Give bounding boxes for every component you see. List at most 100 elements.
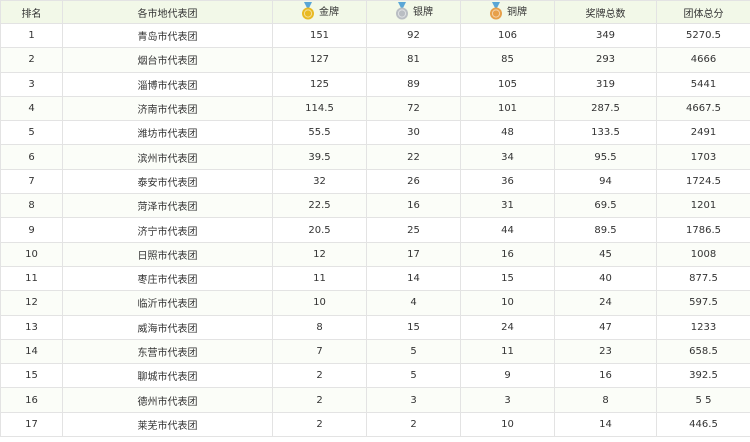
rank-cell: 3 <box>0 71 63 97</box>
team-cell: 滨州市代表团 <box>62 144 273 170</box>
silver-cell: 15 <box>366 314 461 340</box>
silver-cell: 72 <box>366 95 461 122</box>
total-medals-cell: 24 <box>554 290 657 316</box>
bronze-cell: 48 <box>460 120 555 146</box>
gold-cell: 127 <box>272 47 367 73</box>
rank-cell: 5 <box>0 120 63 146</box>
rank-cell: 6 <box>0 144 63 170</box>
gold-cell: 32 <box>272 168 367 195</box>
gold-cell: 8 <box>272 314 367 340</box>
silver-cell: 22 <box>366 144 461 170</box>
table-row: 7 泰安市代表团 32 26 36 94 1724.5 <box>0 168 750 195</box>
header-row: 排名 各市地代表团 金牌 银牌 铜牌 奖牌总数 团体总分 <box>0 0 750 24</box>
total-medals-cell: 45 <box>554 241 657 267</box>
col-header-total-score: 团体总分 <box>656 0 750 24</box>
team-cell: 烟台市代表团 <box>62 47 273 73</box>
team-cell: 潍坊市代表团 <box>62 120 273 146</box>
bronze-cell: 85 <box>460 47 555 73</box>
gold-cell: 2 <box>272 411 367 438</box>
silver-cell: 14 <box>366 265 461 292</box>
rank-cell: 7 <box>0 168 63 195</box>
gold-cell: 2 <box>272 387 367 413</box>
gold-cell: 22.5 <box>272 193 367 219</box>
total-score-cell: 446.5 <box>656 411 750 438</box>
total-score-cell: 5441 <box>656 71 750 97</box>
total-score-cell: 877.5 <box>656 265 750 292</box>
rank-cell: 11 <box>0 265 63 292</box>
rank-cell: 10 <box>0 241 63 267</box>
total-medals-cell: 40 <box>554 265 657 292</box>
total-medals-cell: 95.5 <box>554 144 657 170</box>
col-header-team: 各市地代表团 <box>62 0 273 24</box>
table-row: 5 潍坊市代表团 55.5 30 48 133.5 2491 <box>0 120 750 146</box>
bronze-cell: 101 <box>460 95 555 122</box>
gold-medal-icon <box>302 1 314 19</box>
team-cell: 淄博市代表团 <box>62 71 273 97</box>
table-row: 10 日照市代表团 12 17 16 45 1008 <box>0 241 750 267</box>
total-score-cell: 1703 <box>656 144 750 170</box>
total-score-cell: 1233 <box>656 314 750 340</box>
team-cell: 聊城市代表团 <box>62 363 273 389</box>
total-medals-cell: 349 <box>554 22 657 49</box>
table-row: 14 东营市代表团 7 5 11 23 658.5 <box>0 338 750 365</box>
table-row: 4 济南市代表团 114.5 72 101 287.5 4667.5 <box>0 95 750 122</box>
rank-cell: 15 <box>0 363 63 389</box>
bronze-cell: 36 <box>460 168 555 195</box>
table-row: 9 济宁市代表团 20.5 25 44 89.5 1786.5 <box>0 217 750 243</box>
team-cell: 枣庄市代表团 <box>62 265 273 292</box>
total-score-cell: 658.5 <box>656 338 750 365</box>
gold-cell: 2 <box>272 363 367 389</box>
bronze-cell: 106 <box>460 22 555 49</box>
silver-medal-icon <box>396 1 408 19</box>
col-header-silver: 银牌 <box>366 0 461 24</box>
total-medals-cell: 69.5 <box>554 193 657 219</box>
total-medals-cell: 94 <box>554 168 657 195</box>
silver-cell: 89 <box>366 71 461 97</box>
table-row: 11 枣庄市代表团 11 14 15 40 877.5 <box>0 265 750 292</box>
silver-cell: 16 <box>366 193 461 219</box>
rank-cell: 4 <box>0 95 63 122</box>
col-header-total-medals: 奖牌总数 <box>554 0 657 24</box>
gold-cell: 55.5 <box>272 120 367 146</box>
team-cell: 东营市代表团 <box>62 338 273 365</box>
bronze-cell: 16 <box>460 241 555 267</box>
team-cell: 日照市代表团 <box>62 241 273 267</box>
table-row: 1 青岛市代表团 151 92 106 349 5270.5 <box>0 22 750 49</box>
gold-cell: 12 <box>272 241 367 267</box>
total-score-cell: 5 5 <box>656 387 750 413</box>
table-header: 排名 各市地代表团 金牌 银牌 铜牌 奖牌总数 团体总分 <box>0 0 750 24</box>
silver-cell: 5 <box>366 363 461 389</box>
silver-cell: 17 <box>366 241 461 267</box>
bronze-cell: 10 <box>460 290 555 316</box>
total-score-cell: 1786.5 <box>656 217 750 243</box>
silver-cell: 2 <box>366 411 461 438</box>
silver-cell: 92 <box>366 22 461 49</box>
gold-cell: 125 <box>272 71 367 97</box>
gold-cell: 10 <box>272 290 367 316</box>
total-medals-cell: 287.5 <box>554 95 657 122</box>
table-row: 16 德州市代表团 2 3 3 8 5 5 <box>0 387 750 413</box>
bronze-cell: 11 <box>460 338 555 365</box>
silver-cell: 30 <box>366 120 461 146</box>
silver-cell: 26 <box>366 168 461 195</box>
table-row: 17 莱芜市代表团 2 2 10 14 446.5 <box>0 411 750 438</box>
total-medals-cell: 16 <box>554 363 657 389</box>
rank-cell: 14 <box>0 338 63 365</box>
total-medals-cell: 8 <box>554 387 657 413</box>
col-header-rank: 排名 <box>0 0 63 24</box>
team-cell: 青岛市代表团 <box>62 22 273 49</box>
medal-table: 排名 各市地代表团 金牌 银牌 铜牌 奖牌总数 团体总分 1 青岛市代表团 15… <box>0 0 750 438</box>
total-medals-cell: 14 <box>554 411 657 438</box>
team-cell: 济南市代表团 <box>62 95 273 122</box>
total-medals-cell: 47 <box>554 314 657 340</box>
col-header-gold: 金牌 <box>272 0 367 24</box>
rank-cell: 16 <box>0 387 63 413</box>
rank-cell: 9 <box>0 217 63 243</box>
table-row: 13 威海市代表团 8 15 24 47 1233 <box>0 314 750 340</box>
total-score-cell: 2491 <box>656 120 750 146</box>
total-score-cell: 1008 <box>656 241 750 267</box>
silver-cell: 25 <box>366 217 461 243</box>
silver-cell: 4 <box>366 290 461 316</box>
bronze-cell: 105 <box>460 71 555 97</box>
rank-cell: 8 <box>0 193 63 219</box>
